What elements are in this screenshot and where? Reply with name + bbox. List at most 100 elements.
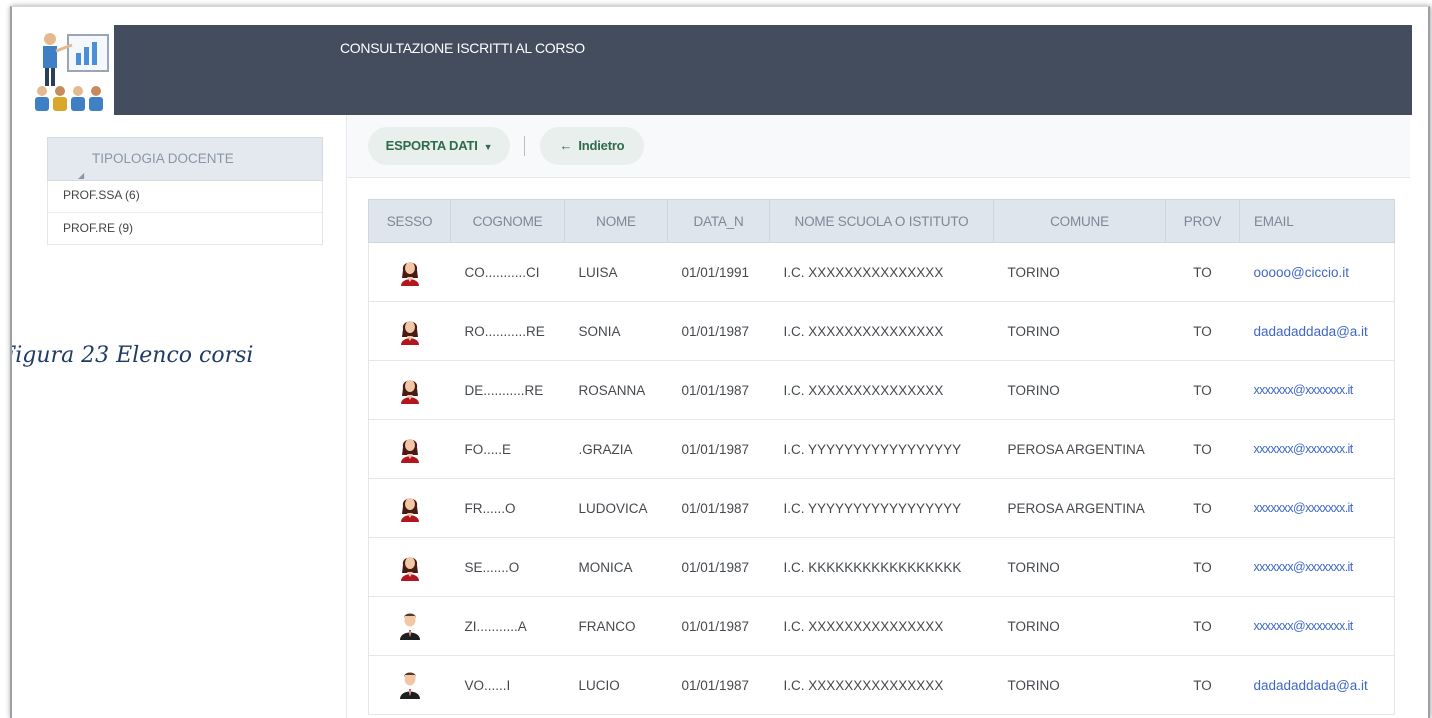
table-header-row: SESSO COGNOME NOME DATA_N NOME SCUOLA O … [368, 199, 1395, 243]
cell-comune: TORINO [993, 596, 1166, 656]
table-row[interactable]: SE.......O MONICA 01/01/1987 I.C. KKKKKKKKK… [368, 537, 1395, 597]
app-window: CONSULTAZIONE ISCRITTI AL CORSO ◢ TIPOLO… [10, 6, 1430, 718]
cell-sesso [368, 596, 451, 656]
col-header-scuola[interactable]: NOME SCUOLA O ISTITUTO [769, 199, 994, 243]
toolbar-separator [524, 136, 525, 156]
cell-nome: LUCIO [564, 655, 668, 715]
cell-email-link[interactable]: xxxxxxx@xxxxxxx.it [1239, 537, 1395, 597]
cell-email-link[interactable]: dadadaddada@a.it [1239, 655, 1395, 715]
cell-cognome: FO.....E [450, 419, 565, 479]
toolbar: ESPORTA DATI ▼ ← Indietro [347, 115, 1410, 178]
cell-comune: TORINO [993, 301, 1166, 361]
export-data-button[interactable]: ESPORTA DATI ▼ [368, 127, 510, 165]
table-row[interactable]: DE...........RE ROSANNA 01/01/1987 I.C. XXX… [368, 360, 1395, 420]
cell-data-n: 01/01/1987 [667, 478, 770, 538]
caret-down-icon: ▼ [483, 142, 493, 152]
cell-cognome: RO...........RE [450, 301, 565, 361]
cell-prov: TO [1165, 596, 1240, 656]
cell-sesso [368, 360, 451, 420]
sidebar-item-prof-re[interactable]: PROF.RE (9) [48, 212, 322, 244]
cell-scuola: I.C. XXXXXXXXXXXXXXX [769, 596, 994, 656]
cell-nome: LUISA [564, 242, 668, 302]
cell-data-n: 01/01/1991 [667, 242, 770, 302]
cell-prov: TO [1165, 537, 1240, 597]
cell-prov: TO [1165, 301, 1240, 361]
cell-scuola: I.C. XXXXXXXXXXXXXXX [769, 301, 994, 361]
app-logo [28, 25, 114, 115]
cell-email-link[interactable]: ooooo@ciccio.it [1239, 242, 1395, 302]
cell-data-n: 01/01/1987 [667, 360, 770, 420]
cell-data-n: 01/01/1987 [667, 419, 770, 479]
cell-scuola: I.C. XXXXXXXXXXXXXXX [769, 655, 994, 715]
cell-comune: TORINO [993, 360, 1166, 420]
female-avatar-icon [399, 551, 421, 584]
panel-divider [346, 115, 347, 718]
table-row[interactable]: ZI...........A FRANCO 01/01/1987 I.C. XXXXX… [368, 596, 1395, 656]
cell-cognome: DE...........RE [450, 360, 565, 420]
male-avatar-icon [399, 610, 421, 643]
back-button[interactable]: ← Indietro [540, 127, 644, 165]
enrolled-table: SESSO COGNOME NOME DATA_N NOME SCUOLA O … [368, 199, 1395, 715]
sidebar-item-prof-ssa[interactable]: PROF.SSA (6) [48, 181, 322, 212]
cell-cognome: VO......I [450, 655, 565, 715]
cell-data-n: 01/01/1987 [667, 655, 770, 715]
cell-cognome: ZI...........A [450, 596, 565, 656]
male-avatar-icon [399, 669, 421, 702]
female-avatar-icon [399, 374, 421, 407]
cell-email-link[interactable]: xxxxxxx@xxxxxxx.it [1239, 419, 1395, 479]
col-header-comune[interactable]: COMUNE [993, 199, 1166, 243]
page-title: CONSULTAZIONE ISCRITTI AL CORSO [340, 40, 585, 56]
cell-cognome: FR......O [450, 478, 565, 538]
export-data-label: ESPORTA DATI [385, 138, 478, 153]
table-row[interactable]: FR......O LUDOVICA 01/01/1987 I.C. YYYYYYYY… [368, 478, 1395, 538]
cell-scuola: I.C. KKKKKKKKKKKKKKKKK [769, 537, 994, 597]
col-header-sesso[interactable]: SESSO [368, 199, 451, 243]
table-row[interactable]: FO.....E .GRAZIA 01/01/1987 I.C. YYYYYYYYYY… [368, 419, 1395, 479]
cell-email-link[interactable]: xxxxxxx@xxxxxxx.it [1239, 478, 1395, 538]
col-header-prov[interactable]: PROV [1165, 199, 1240, 243]
cell-comune: TORINO [993, 537, 1166, 597]
cell-email-link[interactable]: xxxxxxx@xxxxxxx.it [1239, 360, 1395, 420]
cell-cognome: SE.......O [450, 537, 565, 597]
sidebar-heading-tipologia-docente[interactable]: ◢ TIPOLOGIA DOCENTE [47, 137, 323, 181]
cell-scuola: I.C. YYYYYYYYYYYYYYYYY [769, 478, 994, 538]
cell-data-n: 01/01/1987 [667, 596, 770, 656]
cell-comune: TORINO [993, 655, 1166, 715]
presentation-logo-icon [35, 33, 109, 111]
table-row[interactable]: VO......I LUCIO 01/01/1987 I.C. XXXXXXXXXXX… [368, 655, 1395, 715]
cell-nome: ROSANNA [564, 360, 668, 420]
figure-caption: Figura 23 Elenco corsi [10, 343, 254, 368]
female-avatar-icon [399, 315, 421, 348]
cell-email-link[interactable]: xxxxxxx@xxxxxxx.it [1239, 596, 1395, 656]
cell-data-n: 01/01/1987 [667, 301, 770, 361]
cell-comune: PEROSA ARGENTINA [993, 478, 1166, 538]
cell-prov: TO [1165, 655, 1240, 715]
cell-email-link[interactable]: dadadaddada@a.it [1239, 301, 1395, 361]
app-header [28, 25, 1412, 115]
cell-sesso [368, 655, 451, 715]
collapse-triangle-icon: ◢ [78, 171, 85, 180]
col-header-cognome[interactable]: COGNOME [450, 199, 565, 243]
cell-data-n: 01/01/1987 [667, 537, 770, 597]
cell-cognome: CO...........CI [450, 242, 565, 302]
cell-prov: TO [1165, 478, 1240, 538]
cell-prov: TO [1165, 360, 1240, 420]
cell-sesso [368, 537, 451, 597]
cell-comune: PEROSA ARGENTINA [993, 419, 1166, 479]
col-header-nome[interactable]: NOME [564, 199, 668, 243]
cell-scuola: I.C. XXXXXXXXXXXXXXX [769, 360, 994, 420]
table-row[interactable]: CO...........CI LUISA 01/01/1991 I.C. XXXXX… [368, 242, 1395, 302]
cell-prov: TO [1165, 419, 1240, 479]
sidebar: ◢ TIPOLOGIA DOCENTE PROF.SSA (6) PROF.RE… [47, 137, 323, 245]
sidebar-list: PROF.SSA (6) PROF.RE (9) [47, 181, 323, 245]
cell-sesso [368, 419, 451, 479]
cell-sesso [368, 242, 451, 302]
col-header-email[interactable]: EMAIL [1239, 199, 1395, 243]
female-avatar-icon [399, 433, 421, 466]
arrow-left-icon: ← [559, 138, 573, 153]
table-row[interactable]: RO...........RE SONIA 01/01/1987 I.C. XXXXX… [368, 301, 1395, 361]
cell-prov: TO [1165, 242, 1240, 302]
col-header-data-n[interactable]: DATA_N [667, 199, 770, 243]
female-avatar-icon [399, 256, 421, 289]
cell-comune: TORINO [993, 242, 1166, 302]
